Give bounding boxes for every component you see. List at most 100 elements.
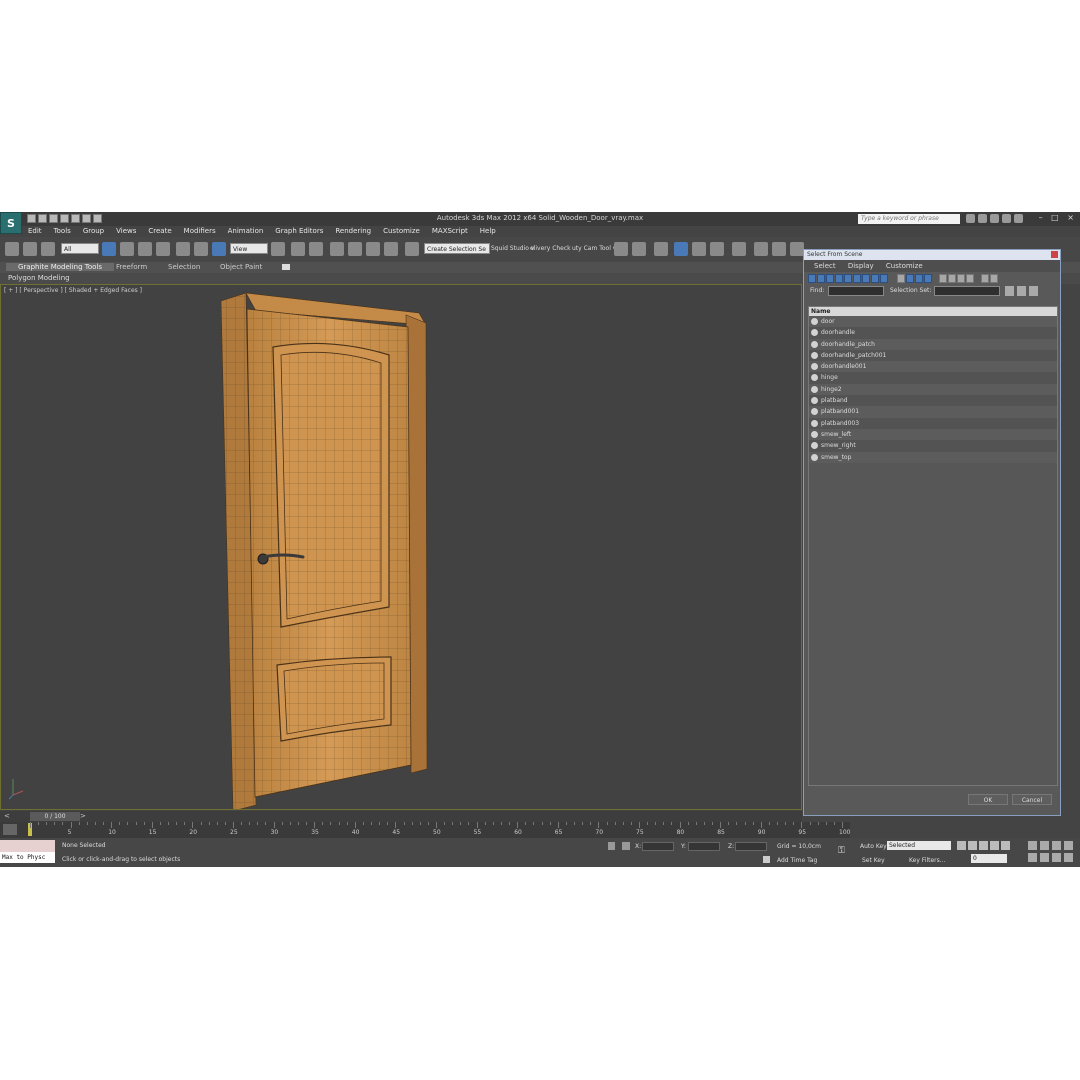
z-coordinate-field[interactable] [735, 842, 767, 851]
window-crossing-icon[interactable] [156, 242, 170, 256]
tab-freeform[interactable]: Freeform [116, 263, 147, 271]
binoculars-icon[interactable] [966, 214, 975, 223]
find-input[interactable] [828, 286, 884, 296]
pivot-center-icon[interactable] [271, 242, 285, 256]
column-header-name[interactable]: Name [809, 307, 1057, 316]
layer-manager-icon[interactable] [654, 242, 668, 256]
app-logo-button[interactable]: S [0, 212, 22, 234]
communication-icon[interactable] [990, 214, 999, 223]
select-manipulate-icon[interactable] [291, 242, 305, 256]
list-item[interactable]: smew_top [809, 451, 1057, 463]
display-lights-icon[interactable] [826, 274, 834, 283]
set-key-button[interactable]: Set Key [862, 857, 885, 864]
maxscript-listener[interactable] [0, 840, 55, 852]
zoom-extents-all-icon[interactable] [1064, 841, 1073, 850]
filter-options-icon[interactable] [990, 274, 998, 283]
plugin-squid-studio[interactable]: Squid Studio v [491, 245, 534, 252]
x-coordinate-field[interactable] [642, 842, 674, 851]
window-controls[interactable]: – □ × [1039, 213, 1077, 222]
current-frame-field[interactable]: 0 [971, 854, 1007, 863]
list-item[interactable]: hinge [809, 372, 1057, 384]
menu-maxscript[interactable]: MAXScript [426, 226, 474, 237]
tab-object-paint[interactable]: Object Paint [220, 263, 262, 271]
orbit-icon[interactable] [1052, 853, 1061, 862]
add-to-set-icon[interactable] [1017, 286, 1026, 296]
plugin-delivery-check[interactable]: elivery Check [530, 245, 571, 252]
select-none-icon[interactable] [948, 274, 956, 283]
perspective-viewport[interactable]: [ + ] [ Perspective ] [ Shaded + Edged F… [0, 284, 802, 810]
add-time-tag-button[interactable]: Add Time Tag [777, 857, 817, 864]
absolute-mode-icon[interactable] [622, 842, 630, 850]
unlink-icon[interactable] [23, 242, 37, 256]
select-object-icon[interactable] [102, 242, 116, 256]
remove-from-set-icon[interactable] [1029, 286, 1038, 296]
select-by-name-icon[interactable] [120, 242, 134, 256]
list-item[interactable]: door [809, 316, 1057, 328]
tab-graphite-modeling-tools[interactable]: Graphite Modeling Tools [6, 263, 115, 271]
display-none-icon[interactable] [906, 274, 914, 283]
field-of-view-icon[interactable] [1028, 853, 1037, 862]
select-all-icon[interactable] [939, 274, 947, 283]
menu-tools[interactable]: Tools [48, 226, 77, 237]
render-teapot-icon[interactable] [790, 242, 804, 256]
spinner-snap-icon[interactable] [384, 242, 398, 256]
dialog-menu-select[interactable]: Select [804, 260, 836, 270]
object-list[interactable]: Name door doorhandle doorhandle_patch do… [808, 306, 1058, 786]
rendered-frame-icon[interactable] [772, 242, 786, 256]
filter-icon[interactable] [981, 274, 989, 283]
list-item[interactable]: smew_right [809, 440, 1057, 452]
menu-views[interactable]: Views [110, 226, 142, 237]
track-bar[interactable]: 5 10 15 20 25 30 35 40 45 50 55 60 65 70 75 80 85 90 95 100 [0, 822, 850, 838]
display-groups-icon[interactable] [862, 274, 870, 283]
menu-group[interactable]: Group [77, 226, 110, 237]
tools-icon[interactable] [978, 214, 987, 223]
list-item[interactable]: doorhandle_patch [809, 338, 1057, 350]
menu-animation[interactable]: Animation [222, 226, 270, 237]
list-item[interactable]: platband001 [809, 406, 1057, 418]
plugin-cam-tool[interactable]: uty Cam Tool v [572, 245, 616, 252]
scale-icon[interactable] [212, 242, 226, 256]
zoom-icon[interactable] [1028, 841, 1037, 850]
ribbon-options-icon[interactable] [282, 264, 290, 270]
display-children-icon[interactable] [924, 274, 932, 283]
list-item[interactable]: hinge2 [809, 383, 1057, 396]
keyboard-shortcut-icon[interactable] [309, 242, 323, 256]
schematic-view-icon[interactable] [710, 242, 724, 256]
maximize-viewport-icon[interactable] [1064, 853, 1073, 862]
display-all-icon[interactable] [897, 274, 905, 283]
display-invert-icon[interactable] [915, 274, 923, 283]
search-input[interactable]: Type a keyword or phrase [858, 214, 960, 224]
menu-edit[interactable]: Edit [22, 226, 48, 237]
menu-rendering[interactable]: Rendering [329, 226, 377, 237]
list-item[interactable]: doorhandle_patch001 [809, 349, 1057, 362]
menu-modifiers[interactable]: Modifiers [178, 226, 222, 237]
angle-snap-icon[interactable] [348, 242, 362, 256]
rectangular-selection-icon[interactable] [138, 242, 152, 256]
render-setup-icon[interactable] [754, 242, 768, 256]
graphite-toggle-icon[interactable] [674, 242, 688, 256]
zoom-all-icon[interactable] [1040, 841, 1049, 850]
display-helpers-icon[interactable] [844, 274, 852, 283]
mirror-icon[interactable] [614, 242, 628, 256]
list-item[interactable]: platband [809, 395, 1057, 407]
ok-button[interactable]: OK [968, 794, 1008, 805]
slider-prev-icon[interactable]: < [4, 812, 10, 820]
selection-set-dropdown[interactable] [934, 286, 1000, 296]
sync-selection-icon[interactable] [966, 274, 974, 283]
snap-toggle-icon[interactable] [330, 242, 344, 256]
play-icon[interactable] [979, 841, 988, 850]
previous-frame-icon[interactable] [968, 841, 977, 850]
frame-display[interactable]: 0 / 100 [30, 812, 80, 821]
menu-create[interactable]: Create [142, 226, 177, 237]
material-editor-icon[interactable] [732, 242, 746, 256]
reference-coordinate-dropdown[interactable]: View [230, 243, 268, 254]
star-icon[interactable] [1002, 214, 1011, 223]
menu-graph-editors[interactable]: Graph Editors [269, 226, 329, 237]
create-set-icon[interactable] [1005, 286, 1014, 296]
lock-icon[interactable] [608, 842, 615, 850]
percent-snap-icon[interactable] [366, 242, 380, 256]
display-spacewarps-icon[interactable] [853, 274, 861, 283]
panel-polygon-modeling[interactable]: Polygon Modeling [8, 274, 70, 282]
menu-customize[interactable]: Customize [377, 226, 426, 237]
time-slider[interactable]: < 0 / 100 > [0, 811, 802, 822]
